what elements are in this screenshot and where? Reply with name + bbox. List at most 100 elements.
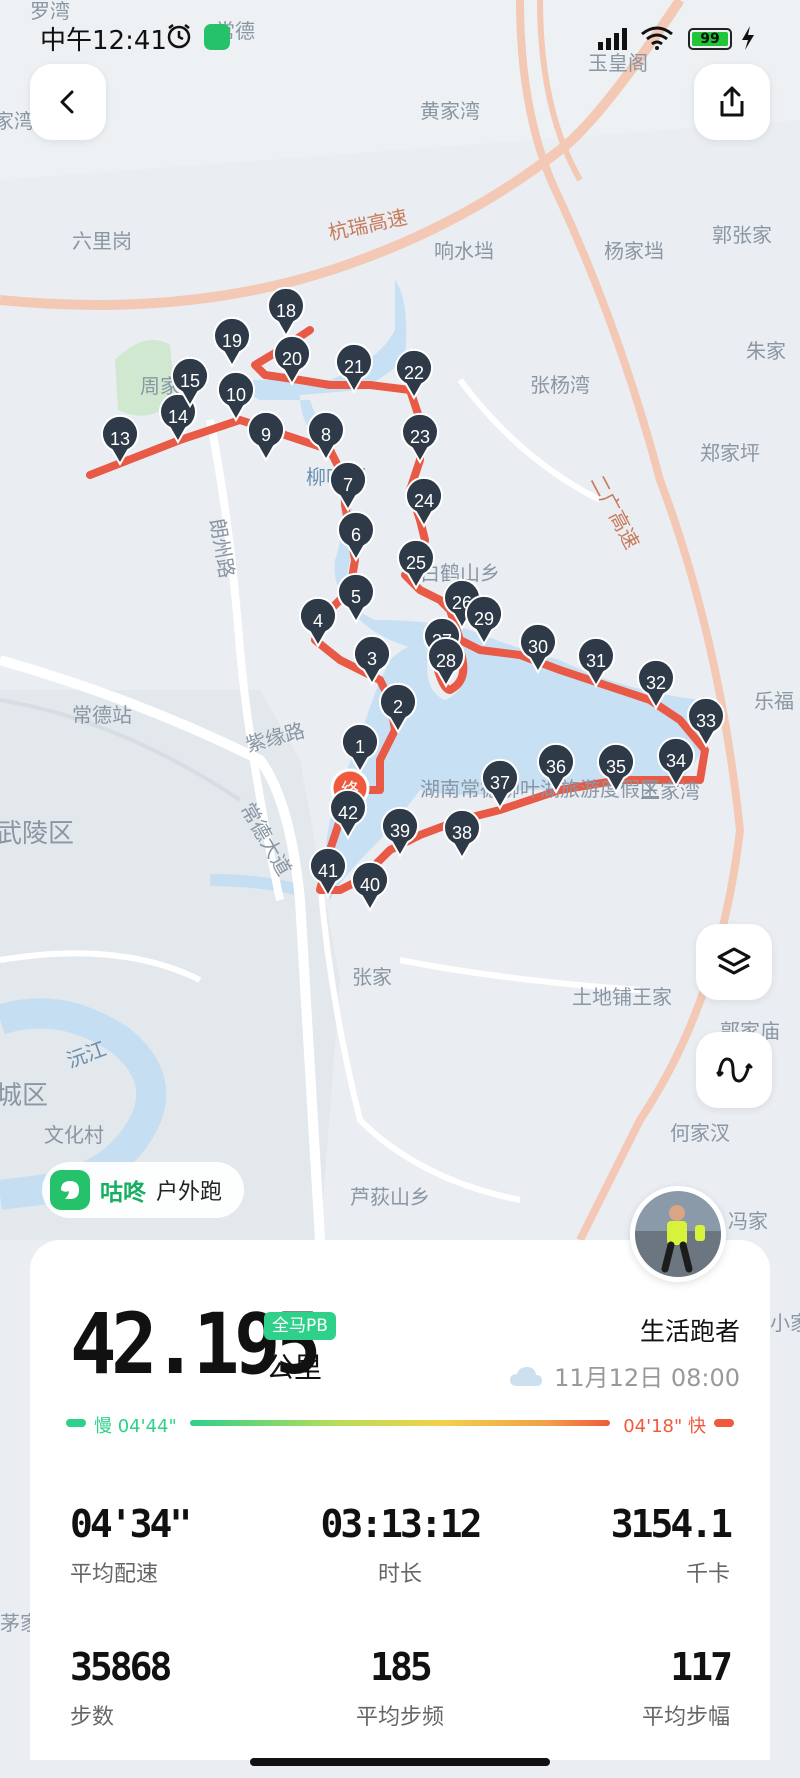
km-marker-label: 40 [360,875,380,895]
km-marker-label: 3 [367,649,377,669]
share-button[interactable] [694,64,770,140]
stat-calories: 3154.1 千卡 [490,1502,733,1588]
summary-card: 42.195 全马PB 公里 生活跑者 11月12日 08:00 慢 04'44… [30,1240,770,1760]
weather-date: 11月12日 08:00 [508,1358,740,1393]
km-marker-label: 41 [318,861,338,881]
km-marker-label: 24 [414,491,434,511]
map-label: 张家 [352,966,392,989]
km-marker-label: 29 [474,609,494,629]
stat-duration: 03:13:12 时长 [280,1502,520,1588]
km-marker-label: 19 [222,331,242,351]
stat-steps: 35868 步数 [70,1645,310,1731]
brand-name: 咕咚 [100,1180,146,1206]
km-marker-label: 30 [528,637,548,657]
map-label: 乐福 [754,690,794,713]
map-label: 湖南常德柳叶湖旅游度假区 [420,778,660,801]
map-label: 朱家 [746,340,786,363]
km-marker-label: 8 [321,425,331,445]
map-label: 何家汊 [670,1122,730,1145]
map-label: 土地铺王家 [572,986,672,1009]
stat-value: 3154.1 [610,1502,733,1546]
stat-label: 平均步幅 [641,1705,730,1730]
map-label: 响水垱 [434,240,494,263]
map-label: 杨家垱 [604,240,664,263]
km-marker-label: 10 [226,385,246,405]
stat-label: 时长 [377,1562,422,1587]
pb-badge: 全马PB [264,1312,336,1340]
cloud-icon [510,1366,543,1386]
wifi-icon [641,26,673,50]
stat-label: 平均步频 [355,1705,444,1730]
km-marker-label: 1 [355,737,365,757]
map-label: 家湾 [0,110,34,133]
charging-icon [742,26,754,50]
status-bar: 中午12:41 99 [0,0,800,72]
map-label: 小家 [770,1312,800,1335]
km-marker-label: 32 [646,673,666,693]
km-marker-label: 23 [410,427,430,447]
distance-unit: 公里 [266,1351,323,1384]
km-marker-label: 7 [343,475,353,495]
codoon-logo-icon [50,1170,90,1210]
map-label: 六里岗 [72,230,132,253]
km-marker-label: 42 [338,803,358,823]
km-marker-label: 25 [406,553,426,573]
map-label: 常德站 [72,704,132,727]
signal-icon [598,28,627,50]
km-marker-label: 22 [404,363,424,383]
app-notification-icon [204,24,230,50]
pace-gradient [190,1420,610,1426]
map-label: 张杨湾 [530,374,590,397]
chevron-left-icon [60,90,74,114]
map-label: 武陵区 [0,818,74,848]
stat-cadence: 185 平均步频 [280,1645,520,1731]
stat-label: 平均配速 [70,1562,159,1587]
activity-type: 户外跑 [156,1180,223,1205]
stat-value: 185 [370,1645,433,1689]
route-icon [716,1057,753,1083]
brand-chip: 咕咚 户外跑 [42,1162,245,1218]
stat-stride: 117 平均步幅 [490,1645,733,1731]
km-marker-label: 18 [276,301,296,321]
stat-value: 04'34" [70,1502,192,1546]
km-marker-label: 31 [586,651,606,671]
layers-icon [717,947,751,975]
battery-level: 99 [700,31,720,47]
km-marker-label: 14 [168,407,188,427]
km-marker-label: 20 [282,349,302,369]
share-icon [720,86,744,117]
km-marker-label: 39 [390,821,410,841]
map-label: 城区 [0,1080,48,1110]
activity-datetime: 11月12日 08:00 [554,1364,740,1392]
map-layers-button[interactable] [696,924,772,1000]
km-marker-label: 28 [436,651,456,671]
stat-value: 03:13:12 [320,1502,482,1546]
map-label: 王家湾 [640,780,700,803]
map-label: 黄家湾 [420,100,480,123]
km-marker-label: 5 [351,587,361,607]
pace-slow-label: 慢 04'44" [94,1416,177,1437]
km-marker-label: 35 [606,757,626,777]
km-marker-label: 13 [110,429,130,449]
km-marker-label: 6 [351,525,361,545]
avatar[interactable] [630,1186,726,1282]
home-indicator[interactable] [250,1758,550,1766]
runner-photo [635,1191,721,1277]
map-label: 文化村 [44,1124,104,1147]
km-marker-label: 36 [546,757,566,777]
km-marker-label: 37 [490,773,510,793]
runner-name[interactable]: 生活跑者 [640,1312,740,1348]
back-button[interactable] [30,64,106,140]
pace-legend: 慢 04'44" 04'18" 快 [66,1412,734,1437]
alarm-icon [167,24,191,49]
km-marker-label: 38 [452,823,472,843]
battery-icon: 99 [688,28,732,50]
map-label: 郑家坪 [700,442,760,465]
route-toggle-button[interactable] [696,1032,772,1108]
pace-fast-label: 04'18" 快 [623,1416,706,1437]
km-marker-label: 21 [344,357,364,377]
km-marker-label: 34 [666,751,686,771]
km-marker-label: 33 [696,711,716,731]
km-marker-label: 9 [261,425,271,445]
stat-label: 千卡 [685,1562,730,1587]
